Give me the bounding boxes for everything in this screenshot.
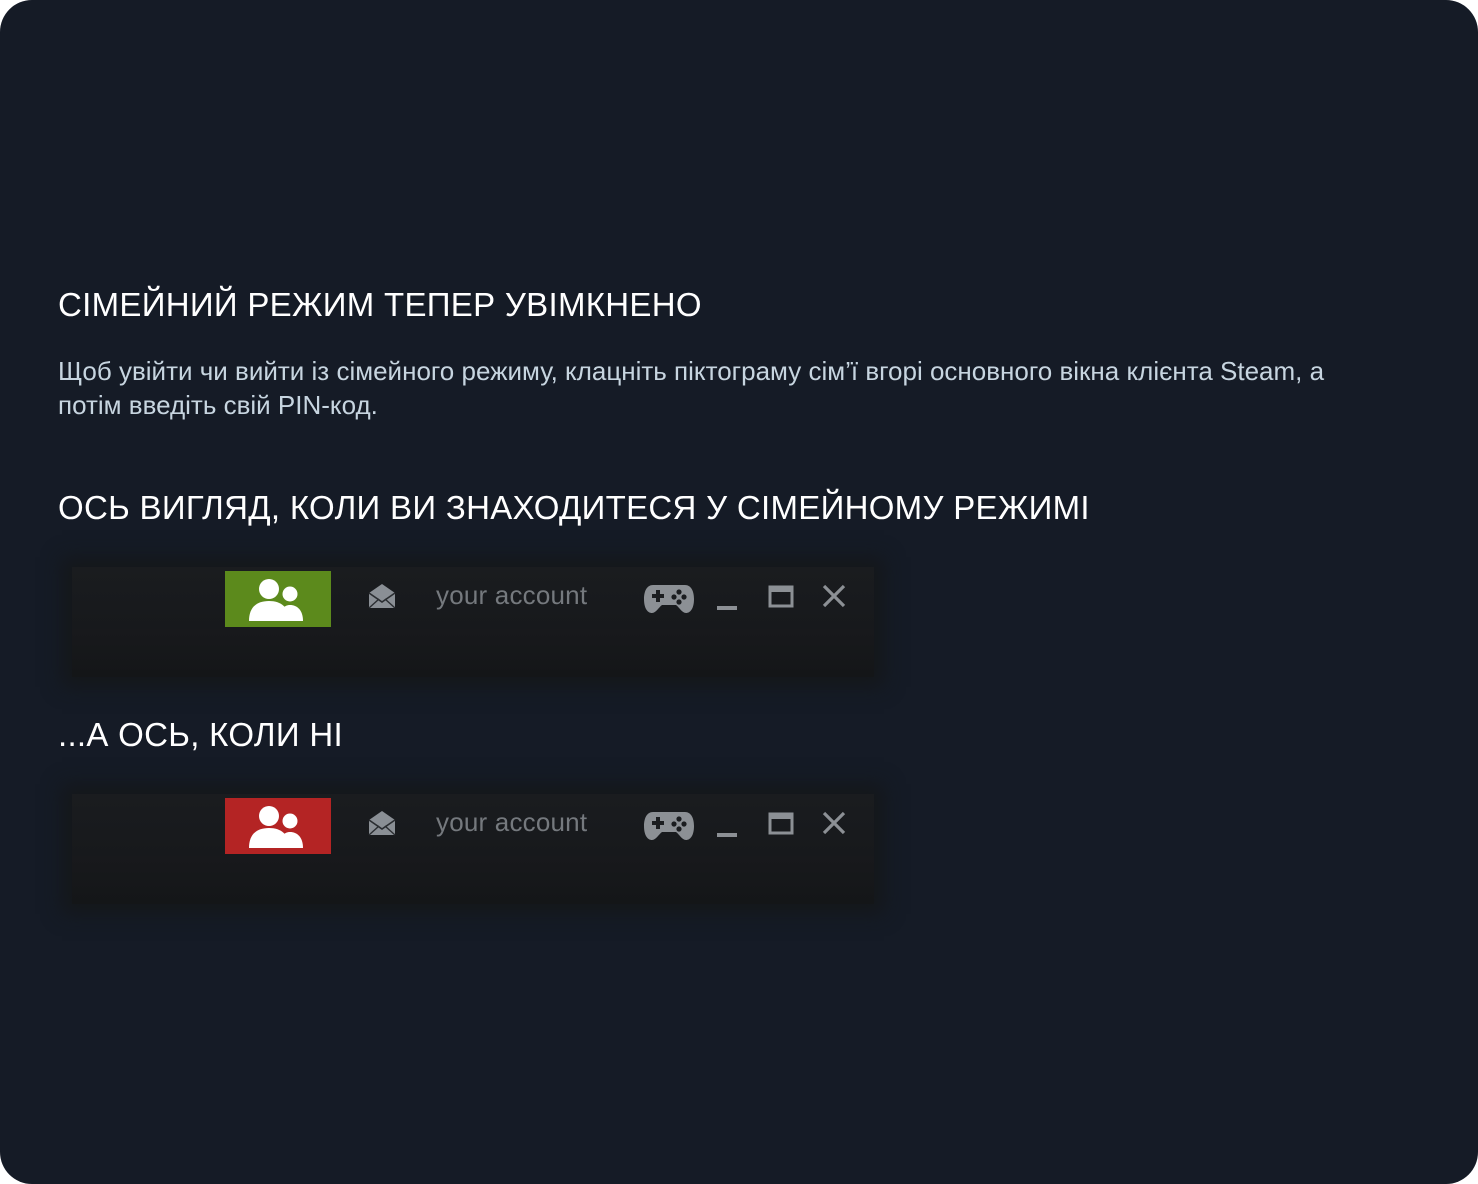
titlebar-shadow: [72, 856, 874, 904]
gamepad-icon: [644, 812, 694, 840]
example-titlebar-family-on: your account: [72, 567, 874, 677]
instructions-text: Щоб увійти чи вийти із сімейного режиму,…: [58, 356, 1325, 420]
maximize-icon: [768, 812, 794, 835]
envelope-icon: [368, 811, 396, 836]
close-icon: [822, 584, 846, 608]
maximize-icon: [768, 585, 794, 608]
envelope-icon: [368, 584, 396, 609]
example-titlebar-family-off: your account: [72, 794, 874, 904]
account-name: your account: [436, 580, 588, 610]
family-view-button-inactive: [225, 798, 331, 854]
section-heading-family-off: ...А ОСЬ, КОЛИ НІ: [58, 716, 343, 753]
account-name: your account: [436, 807, 588, 837]
minimize-icon: [717, 606, 737, 610]
family-view-dialog: СІМЕЙНИЙ РЕЖИМ ТЕПЕР УВІМКНЕНО Щоб увійт…: [0, 0, 1478, 1184]
family-view-button-active: [225, 571, 331, 627]
titlebar-shadow: [72, 629, 874, 677]
family-icon: [249, 579, 303, 621]
family-icon: [249, 806, 303, 848]
close-icon: [822, 811, 846, 835]
page-title: СІМЕЙНИЙ РЕЖИМ ТЕПЕР УВІМКНЕНО: [58, 286, 702, 323]
minimize-icon: [717, 833, 737, 837]
section-heading-family-on: ОСЬ ВИГЛЯД, КОЛИ ВИ ЗНАХОДИТЕСЯ У СІМЕЙН…: [58, 489, 1090, 526]
gamepad-icon: [644, 585, 694, 613]
